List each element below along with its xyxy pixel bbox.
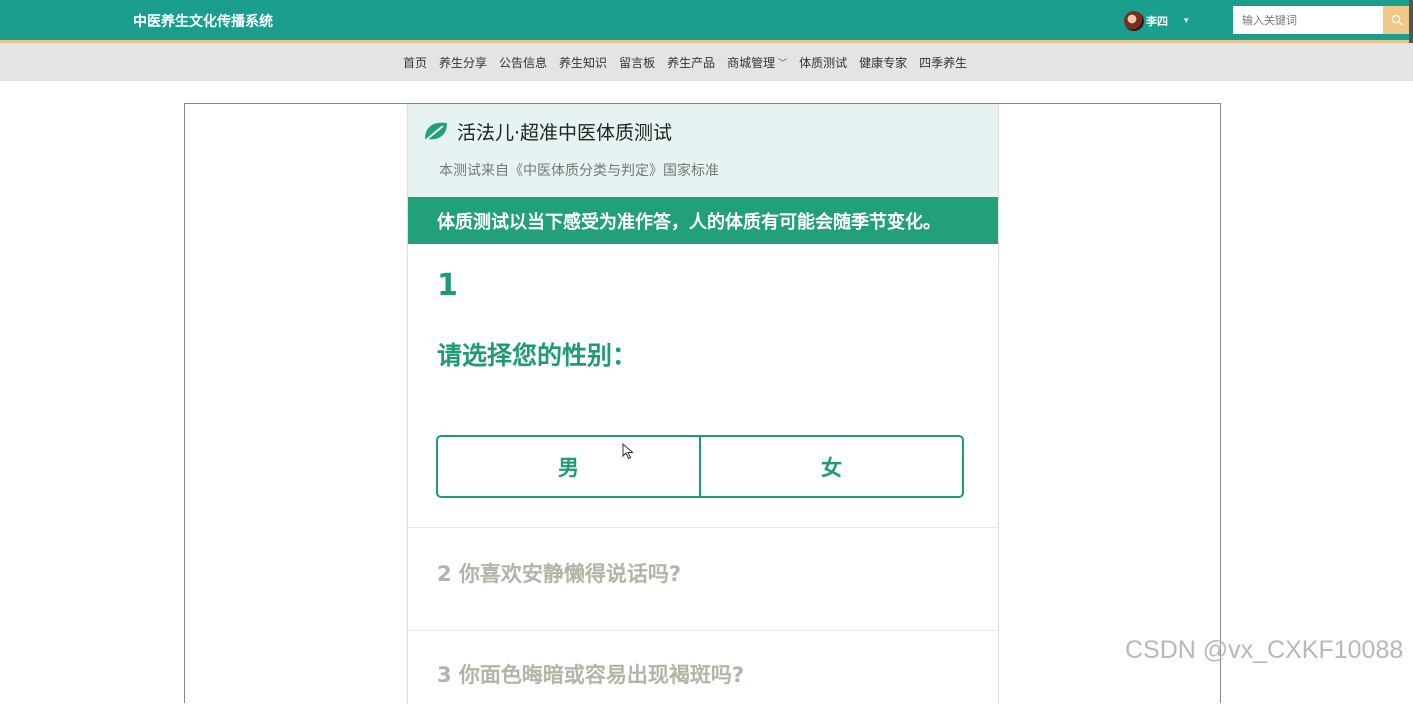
option-male-button[interactable]: 男: [438, 437, 699, 496]
nav-item-label: 商城管理: [727, 56, 776, 70]
quiz-title: 活法儿·超准中医体质测试: [457, 122, 673, 144]
nav-item-label: 养生分享: [439, 56, 488, 70]
nav-item-label: 留言板: [619, 56, 656, 70]
nav-item-announcements[interactable]: 公告信息: [493, 54, 553, 71]
top-bar: 中医养生文化传播系统 李四 ▾: [0, 0, 1413, 43]
search-button[interactable]: [1383, 6, 1410, 34]
nav-item-health-sharing[interactable]: 养生分享: [433, 54, 493, 71]
divider: [408, 630, 998, 631]
quiz-panel: 活法儿·超准中医体质测试 本测试来自《中医体质分类与判定》国家标准 体质测试以当…: [407, 104, 999, 704]
nav-item-health-knowledge[interactable]: 养生知识: [553, 54, 613, 71]
question-number: 1: [437, 268, 458, 303]
search-icon: [1391, 14, 1402, 26]
question-3[interactable]: 3 你面色晦暗或容易出现褐斑吗?: [437, 659, 744, 689]
leaf-icon: [425, 122, 447, 141]
user-menu[interactable]: 李四 ▾: [1124, 10, 1189, 32]
option-female-button[interactable]: 女: [699, 437, 962, 496]
quiz-header: 活法儿·超准中医体质测试 本测试来自《中医体质分类与判定》国家标准: [408, 104, 998, 197]
nav-item-seasonal-health[interactable]: 四季养生: [913, 54, 973, 71]
nav-item-label: 养生知识: [559, 56, 608, 70]
user-name[interactable]: 李四: [1146, 13, 1168, 29]
nav-item-health-products[interactable]: 养生产品: [661, 54, 721, 71]
question-2[interactable]: 2 你喜欢安静懒得说话吗?: [437, 558, 681, 588]
question-text: 请选择您的性别：: [437, 341, 638, 370]
divider: [408, 527, 998, 528]
nav-item-label: 四季养生: [919, 56, 968, 70]
nav-item-constitution-test[interactable]: 体质测试: [793, 54, 853, 71]
nav-item-label: 首页: [403, 56, 428, 70]
site-title[interactable]: 中医养生文化传播系统: [133, 11, 273, 31]
nav-item-shop-management[interactable]: 商城管理 ﹀: [721, 54, 793, 71]
caret-down-icon[interactable]: ▾: [1184, 16, 1189, 26]
nav-item-label: 体质测试: [799, 56, 848, 70]
nav-item-home[interactable]: 首页: [397, 54, 433, 71]
mouse-cursor-icon: [622, 443, 634, 460]
nav-item-label: 健康专家: [859, 56, 908, 70]
avatar[interactable]: [1124, 11, 1144, 31]
quiz-banner: 体质测试以当下感受为准作答，人的体质有可能会随季节变化。: [408, 197, 998, 244]
main-nav: 首页 养生分享 公告信息 养生知识 留言板 养生产品 商城管理 ﹀ 体质测试 健康…: [0, 43, 1413, 81]
nav-item-label: 养生产品: [667, 56, 716, 70]
quiz-subtitle: 本测试来自《中医体质分类与判定》国家标准: [439, 163, 719, 179]
watermark: CSDN @vx_CXKF10088: [1125, 636, 1404, 664]
search-input[interactable]: [1233, 6, 1383, 34]
gender-options: 男 女: [436, 435, 964, 498]
nav-item-message-board[interactable]: 留言板: [613, 54, 661, 71]
nav-item-health-experts[interactable]: 健康专家: [853, 54, 913, 71]
nav-item-label: 公告信息: [499, 56, 548, 70]
chevron-down-icon: ﹀: [778, 59, 788, 69]
